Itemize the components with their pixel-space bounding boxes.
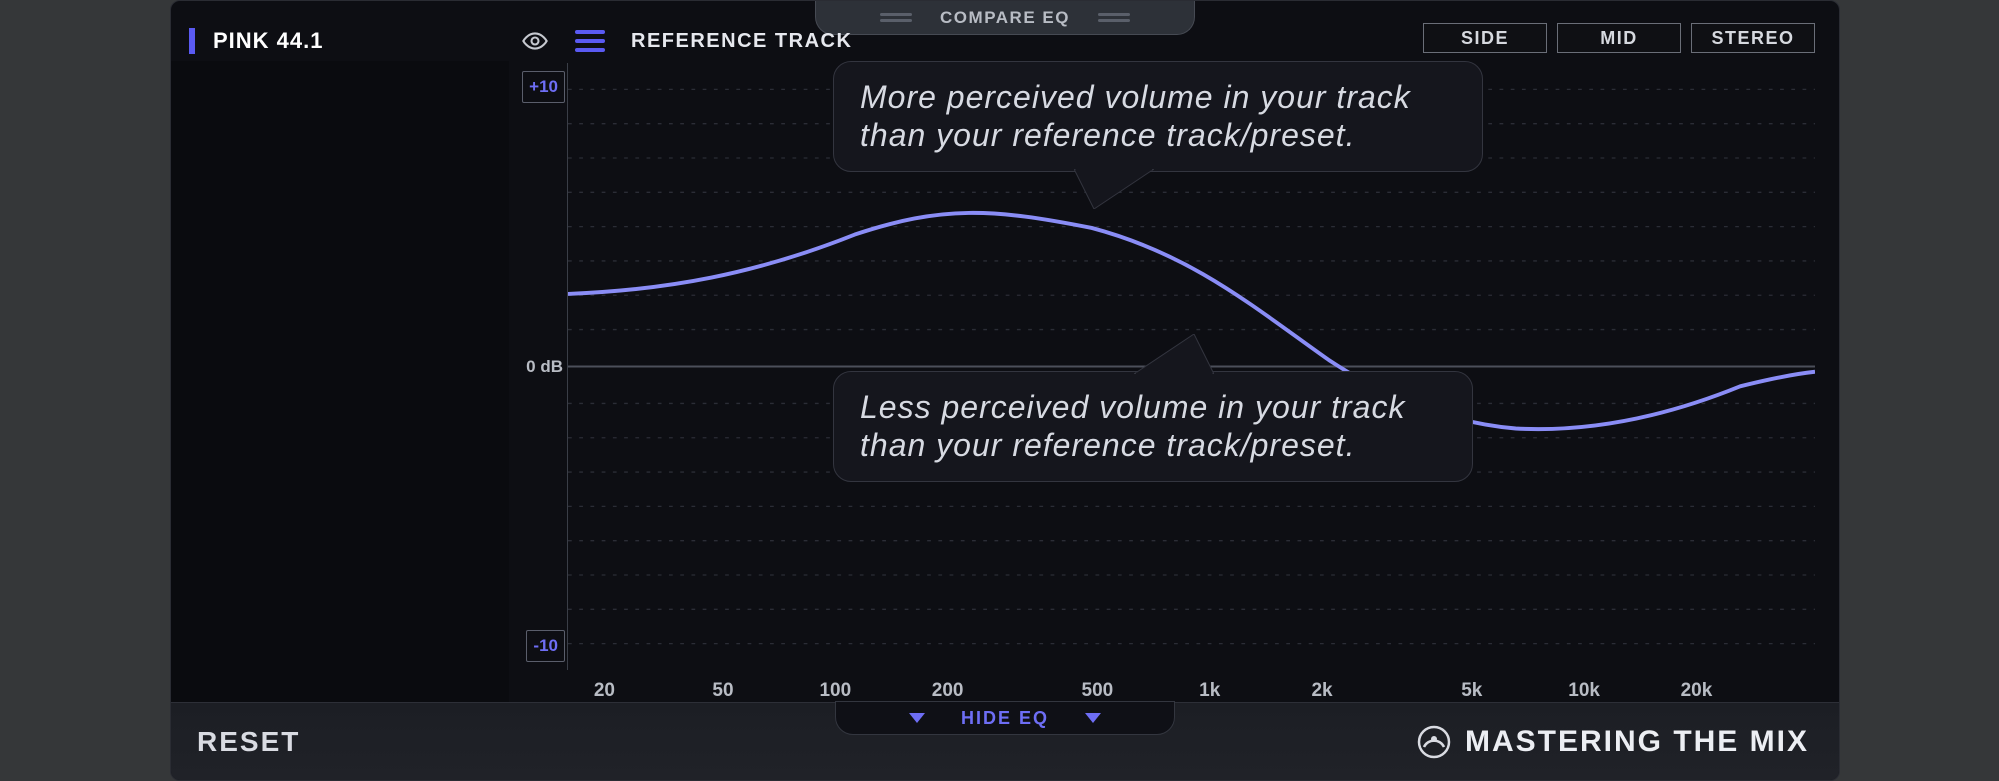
brand-logo-icon — [1417, 725, 1451, 759]
y-tick-minus10[interactable]: -10 — [526, 630, 565, 662]
y-tick-zero: 0 dB — [511, 357, 563, 377]
reference-track-label: REFERENCE TRACK — [631, 30, 852, 53]
x-tick: 200 — [932, 680, 964, 702]
mode-mid-button[interactable]: MID — [1557, 23, 1681, 53]
y-tick-plus10[interactable]: +10 — [522, 71, 565, 103]
tooltip-line: Less perceived volume in your track — [860, 388, 1446, 426]
mode-stereo-button[interactable]: STEREO — [1691, 23, 1815, 53]
x-tick: 1k — [1199, 680, 1220, 702]
preset-name[interactable]: PINK 44.1 — [213, 28, 324, 54]
hide-eq-label: HIDE EQ — [961, 708, 1049, 729]
plugin-window: COMPARE EQ PINK 44.1 REFERENCE TRACK SID… — [170, 0, 1840, 781]
hide-eq-button[interactable]: HIDE EQ — [835, 701, 1175, 735]
preset-color-marker — [189, 28, 195, 54]
x-tick: 50 — [712, 680, 733, 702]
track-list-panel — [171, 61, 509, 702]
tooltip-less-volume: Less perceived volume in your track than… — [833, 371, 1473, 482]
visibility-toggle[interactable] — [521, 27, 549, 55]
tooltip-line: More perceived volume in your track — [860, 78, 1456, 116]
x-tick: 20k — [1681, 680, 1713, 702]
tooltip-line: than your reference track/preset. — [860, 116, 1456, 154]
x-tick: 2k — [1311, 680, 1332, 702]
x-tick: 100 — [819, 680, 851, 702]
chevron-down-icon — [1085, 713, 1101, 723]
mode-side-button[interactable]: SIDE — [1423, 23, 1547, 53]
y-axis: +10 0 dB -10 — [511, 63, 563, 670]
x-tick: 500 — [1082, 680, 1114, 702]
tooltip-line: than your reference track/preset. — [860, 426, 1446, 464]
x-tick: 10k — [1568, 680, 1600, 702]
brand[interactable]: MASTERING THE MIX — [1417, 725, 1809, 759]
x-tick: 20 — [594, 680, 615, 702]
bottom-bar: RESET HIDE EQ MASTERING THE MIX — [171, 702, 1839, 780]
menu-icon[interactable] — [575, 28, 605, 54]
mode-buttons: SIDE MID STEREO — [1423, 23, 1815, 53]
chevron-down-icon — [909, 713, 925, 723]
tooltip-more-volume: More perceived volume in your track than… — [833, 61, 1483, 172]
reset-button[interactable]: RESET — [197, 726, 300, 758]
x-tick: 5k — [1461, 680, 1482, 702]
eq-graph[interactable]: +10 0 dB -10 — [567, 63, 1815, 670]
brand-text: MASTERING THE MIX — [1465, 725, 1809, 759]
